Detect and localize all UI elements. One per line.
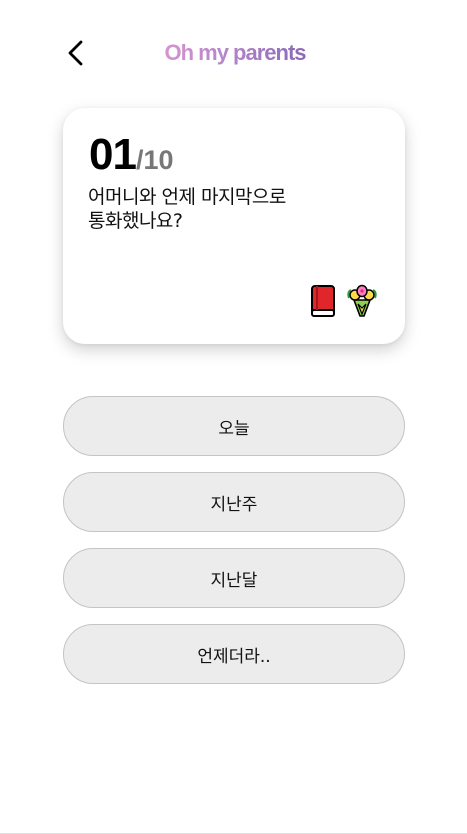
answer-dont-remember-button[interactable]: 언제더라.. [63, 624, 405, 684]
answer-last-week-button[interactable]: 지난주 [63, 472, 405, 532]
current-question-number: 01 [89, 130, 137, 179]
card-icons [309, 284, 379, 322]
question-text: 어머니와 언제 마지막으로 통화했나요? [88, 186, 286, 232]
counter-separator: / [135, 145, 144, 175]
answer-last-month-button[interactable]: 지난달 [63, 548, 405, 608]
answer-today-button[interactable]: 오늘 [63, 396, 405, 456]
question-card: 01 / 10 어머니와 언제 마지막으로 통화했나요? [63, 108, 405, 344]
question-counter: 01 / 10 [89, 130, 174, 180]
flower-bouquet-icon [345, 284, 379, 322]
back-button[interactable] [58, 34, 92, 72]
app-title: Oh my parents [140, 36, 330, 70]
app-header: Oh my parents [0, 0, 467, 110]
total-questions: 10 [143, 145, 174, 175]
red-book-icon [309, 284, 337, 322]
chevron-left-icon [68, 40, 83, 66]
answer-options: 오늘 지난주 지난달 언제더라.. [63, 396, 405, 700]
